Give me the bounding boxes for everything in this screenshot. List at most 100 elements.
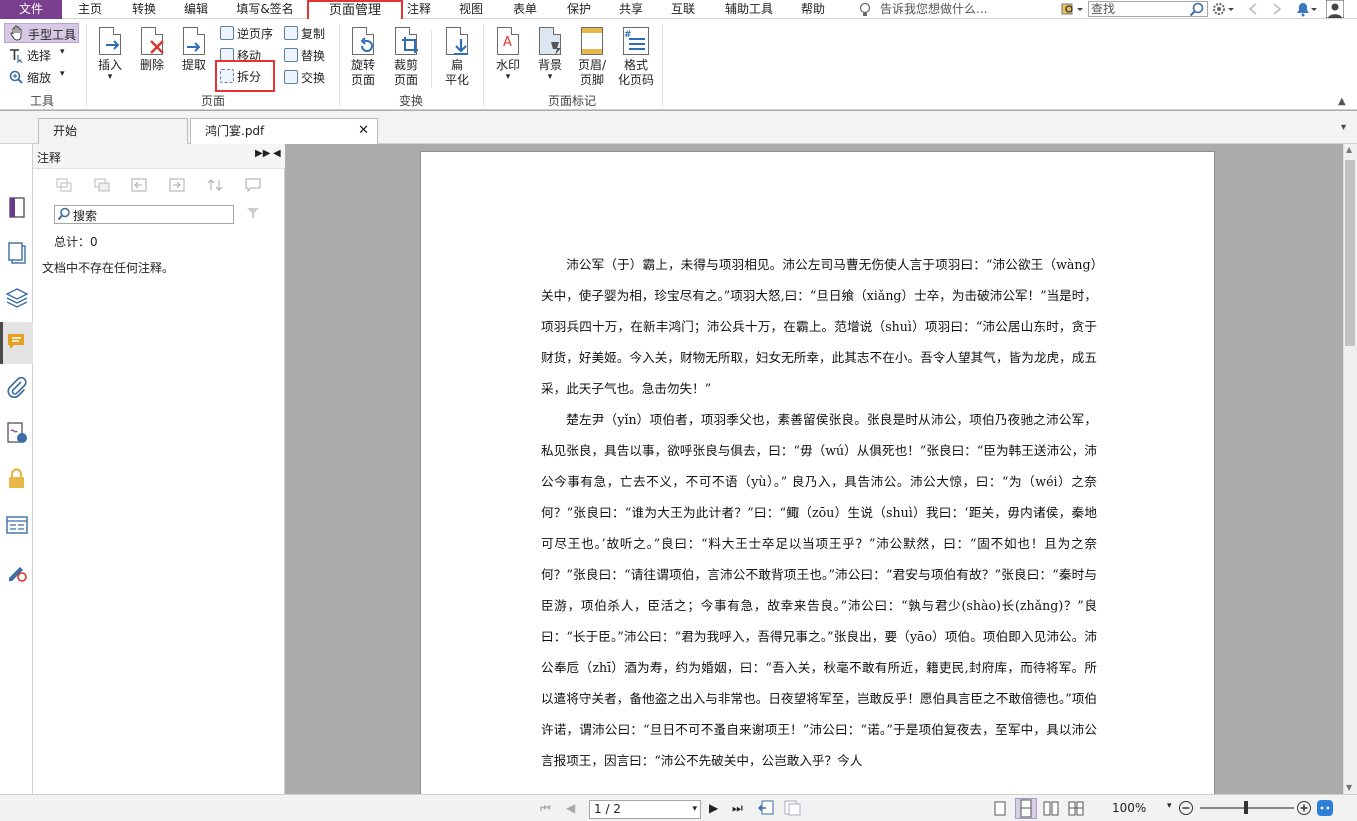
- insert-page-button[interactable]: 插入 ▾: [92, 26, 128, 82]
- close-icon[interactable]: ✕: [358, 119, 369, 143]
- gear-icon[interactable]: [1212, 1, 1236, 17]
- group-label-page: 页面: [200, 94, 225, 108]
- replace-page-button[interactable]: 替换: [284, 47, 325, 65]
- zoom-in-icon[interactable]: [1296, 800, 1312, 816]
- reverse-pages-button[interactable]: 逆页序: [220, 25, 273, 43]
- menu-connect[interactable]: 互联: [664, 0, 702, 19]
- signature-icon[interactable]: [5, 421, 29, 445]
- swap-icon: [284, 70, 298, 84]
- delete-page-button[interactable]: 删除: [134, 26, 170, 73]
- watermark-button[interactable]: A 水印 ▾: [489, 26, 527, 82]
- collapse-all-icon[interactable]: [94, 178, 110, 192]
- ribbon-separator: [662, 24, 663, 106]
- forward-icon[interactable]: [1270, 1, 1284, 17]
- hand-tool-button[interactable]: 手型工具: [4, 23, 79, 43]
- rotate-page-button[interactable]: 旋转 页面: [343, 26, 383, 88]
- copy-icon: [284, 26, 298, 40]
- tab-list-icon[interactable]: ▾: [1341, 122, 1353, 136]
- zoom-tool-button[interactable]: 缩放 ▾: [6, 68, 76, 86]
- search-icon[interactable]: [1189, 2, 1205, 17]
- previous-view-icon[interactable]: [758, 800, 776, 816]
- menu-protect[interactable]: 保护: [560, 0, 598, 19]
- extract-page-button[interactable]: 提取: [176, 26, 212, 73]
- previous-page-icon[interactable]: ◀: [566, 801, 575, 815]
- menu-convert[interactable]: 转换: [122, 0, 166, 19]
- menu-view[interactable]: 视图: [452, 0, 490, 19]
- zoom-slider-handle[interactable]: [1244, 801, 1248, 814]
- comment-icon[interactable]: [5, 331, 29, 355]
- scrollbar-thumb[interactable]: [1345, 160, 1355, 346]
- swap-page-button[interactable]: 交换: [284, 69, 325, 87]
- menu-fill-sign[interactable]: 填写&签名: [228, 0, 302, 19]
- chevron-down-icon: ▾: [60, 69, 65, 79]
- first-page-icon[interactable]: ⏮: [540, 801, 551, 816]
- scroll-up-icon[interactable]: ▲: [1346, 145, 1352, 154]
- collapse-ribbon-icon[interactable]: ▲: [1338, 96, 1346, 107]
- zoom-dropdown-icon[interactable]: ▾: [1167, 801, 1172, 811]
- last-page-icon[interactable]: ⏭: [732, 801, 743, 816]
- zoom-level[interactable]: 100%: [1112, 801, 1146, 815]
- no-comments-message: 文档中不存在任何注释。: [42, 261, 175, 275]
- comment-search-input[interactable]: 搜索: [54, 205, 234, 224]
- filter-icon[interactable]: [246, 206, 260, 220]
- copy-page-button[interactable]: 复制: [284, 25, 325, 43]
- collapse-panel-icon[interactable]: ◀: [273, 148, 281, 159]
- select-tool-button[interactable]: 选择 ▾: [6, 46, 76, 64]
- flatten-button[interactable]: 扁 平化: [437, 26, 477, 88]
- facing-view-icon[interactable]: [1043, 801, 1059, 816]
- next-view-icon[interactable]: [783, 800, 801, 816]
- layers-icon[interactable]: [5, 287, 29, 311]
- feedback-icon[interactable]: [1316, 799, 1334, 817]
- crop-page-button[interactable]: 裁剪 页面: [386, 26, 426, 88]
- tab-start[interactable]: 开始: [38, 118, 188, 144]
- background-button[interactable]: 背景 ▾: [531, 26, 569, 82]
- menu-help[interactable]: 帮助: [794, 0, 832, 19]
- menu-edit[interactable]: 编辑: [174, 0, 218, 19]
- menu-share[interactable]: 共享: [612, 0, 650, 19]
- continuous-facing-icon[interactable]: [1068, 801, 1084, 816]
- expand-all-icon[interactable]: [56, 178, 72, 192]
- menu-home[interactable]: 主页: [68, 0, 112, 19]
- certify-icon[interactable]: [5, 560, 29, 584]
- export-icon[interactable]: [169, 178, 185, 192]
- next-page-icon[interactable]: ▶: [709, 801, 718, 815]
- form-fields-icon[interactable]: [5, 513, 29, 537]
- import-icon[interactable]: [131, 178, 147, 192]
- menu-accessibility[interactable]: 辅助工具: [718, 0, 780, 19]
- scroll-down-icon[interactable]: ▼: [1346, 783, 1352, 792]
- svg-text:A: A: [503, 35, 512, 49]
- tab-document[interactable]: 鸿门宴.pdf ✕: [190, 118, 378, 144]
- header-footer-button[interactable]: 页眉/ 页脚: [572, 26, 612, 88]
- page-thumbnail-icon[interactable]: [5, 196, 29, 220]
- single-page-view-icon[interactable]: [993, 801, 1007, 816]
- replace-icon: [284, 48, 298, 62]
- sort-icon[interactable]: [207, 178, 223, 192]
- page-number-icon: #: [621, 26, 651, 56]
- continuous-view-icon[interactable]: [1015, 798, 1037, 819]
- document-paragraph: 沛公军（于）霸上，未得与项羽相见。沛公左司马曹无伤使人言于项羽曰：“沛公欲王（w…: [541, 257, 1097, 396]
- lock-icon[interactable]: [5, 467, 29, 491]
- insert-page-icon: [97, 26, 123, 56]
- document-paragraph: 楚左尹（yǐn）项伯者，项羽季父也，素善留侯张良。张良是时从沛公，项伯乃夜驰之沛…: [541, 412, 1097, 768]
- comment-summary-icon[interactable]: [245, 178, 261, 193]
- pages-icon[interactable]: [5, 241, 29, 265]
- delete-page-icon: [139, 26, 165, 56]
- ribbon-separator: [86, 24, 87, 106]
- menu-file[interactable]: 文件: [0, 0, 62, 19]
- format-page-number-button[interactable]: # 格式 化页码: [614, 26, 658, 88]
- attachment-icon[interactable]: [5, 376, 29, 400]
- avatar-icon[interactable]: [1325, 0, 1345, 19]
- tell-me-input[interactable]: 告诉我您想做什么...: [880, 0, 987, 19]
- menu-form[interactable]: 表单: [506, 0, 544, 19]
- back-icon[interactable]: [1246, 1, 1260, 17]
- chevron-down-icon: ▾: [692, 804, 697, 814]
- bell-icon[interactable]: [1294, 1, 1318, 17]
- zoom-icon: [8, 69, 24, 88]
- search-scope-icon[interactable]: [1060, 1, 1084, 17]
- page-number-field[interactable]: 1 / 2 ▾: [589, 800, 701, 819]
- split-page-button[interactable]: 拆分: [220, 68, 261, 86]
- zoom-out-icon[interactable]: [1178, 800, 1194, 816]
- panel-options-icon[interactable]: ▶▶: [255, 148, 270, 159]
- text-select-icon: [8, 47, 24, 66]
- menu-comment[interactable]: 注释: [400, 0, 438, 19]
